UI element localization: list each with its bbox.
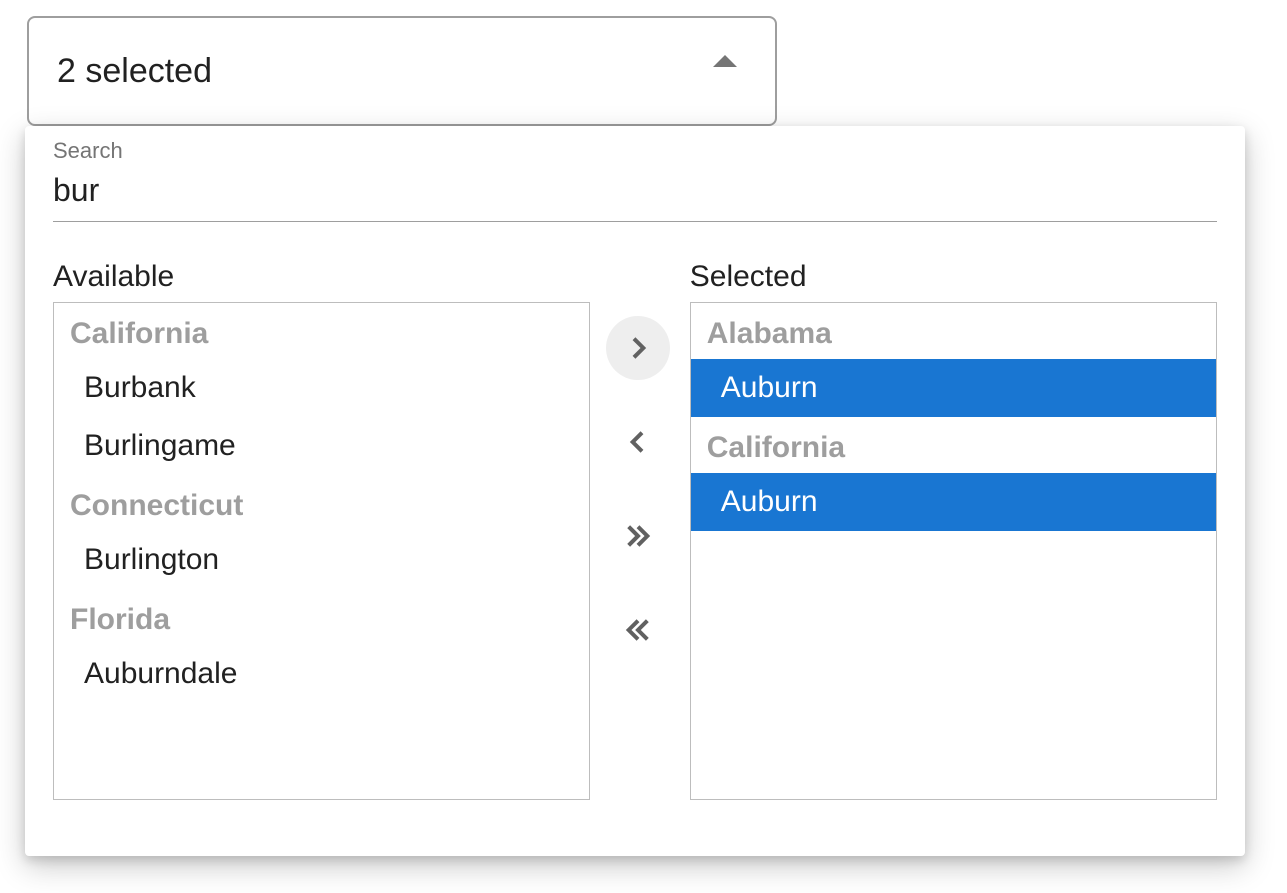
search-field: Search xyxy=(53,138,1217,222)
multiselect-panel: Search Available CaliforniaBurbankBurlin… xyxy=(25,126,1245,856)
chevron-left-icon xyxy=(622,426,654,458)
search-input[interactable] xyxy=(53,166,1217,222)
move-right-button[interactable] xyxy=(606,316,670,380)
available-group-head: Connecticut xyxy=(54,475,589,531)
search-label: Search xyxy=(53,138,1217,164)
available-item[interactable]: Burlingame xyxy=(54,417,589,475)
caret-up-icon xyxy=(713,55,737,67)
available-item[interactable]: Burlington xyxy=(54,531,589,589)
available-group-head: Florida xyxy=(54,589,589,645)
move-all-right-button[interactable] xyxy=(606,504,670,568)
available-listbox[interactable]: CaliforniaBurbankBurlingameConnecticutBu… xyxy=(53,302,590,800)
selected-group-head: Alabama xyxy=(691,303,1216,359)
chevron-right-icon xyxy=(622,332,654,364)
move-all-left-button[interactable] xyxy=(606,598,670,662)
double-chevron-right-icon xyxy=(622,520,654,552)
selected-item[interactable]: Auburn xyxy=(691,359,1216,417)
selected-group-head: California xyxy=(691,417,1216,473)
move-left-button[interactable] xyxy=(606,410,670,474)
available-item[interactable]: Auburndale xyxy=(54,645,589,703)
double-chevron-left-icon xyxy=(622,614,654,646)
multiselect-trigger-label: 2 selected xyxy=(57,52,212,91)
multiselect-trigger[interactable]: 2 selected xyxy=(27,16,777,126)
available-item[interactable]: Burbank xyxy=(54,359,589,417)
selected-item[interactable]: Auburn xyxy=(691,473,1216,531)
selected-heading: Selected xyxy=(690,260,1217,294)
available-heading: Available xyxy=(53,260,590,294)
available-group-head: California xyxy=(54,303,589,359)
selected-listbox[interactable]: AlabamaAuburnCaliforniaAuburn xyxy=(690,302,1217,800)
